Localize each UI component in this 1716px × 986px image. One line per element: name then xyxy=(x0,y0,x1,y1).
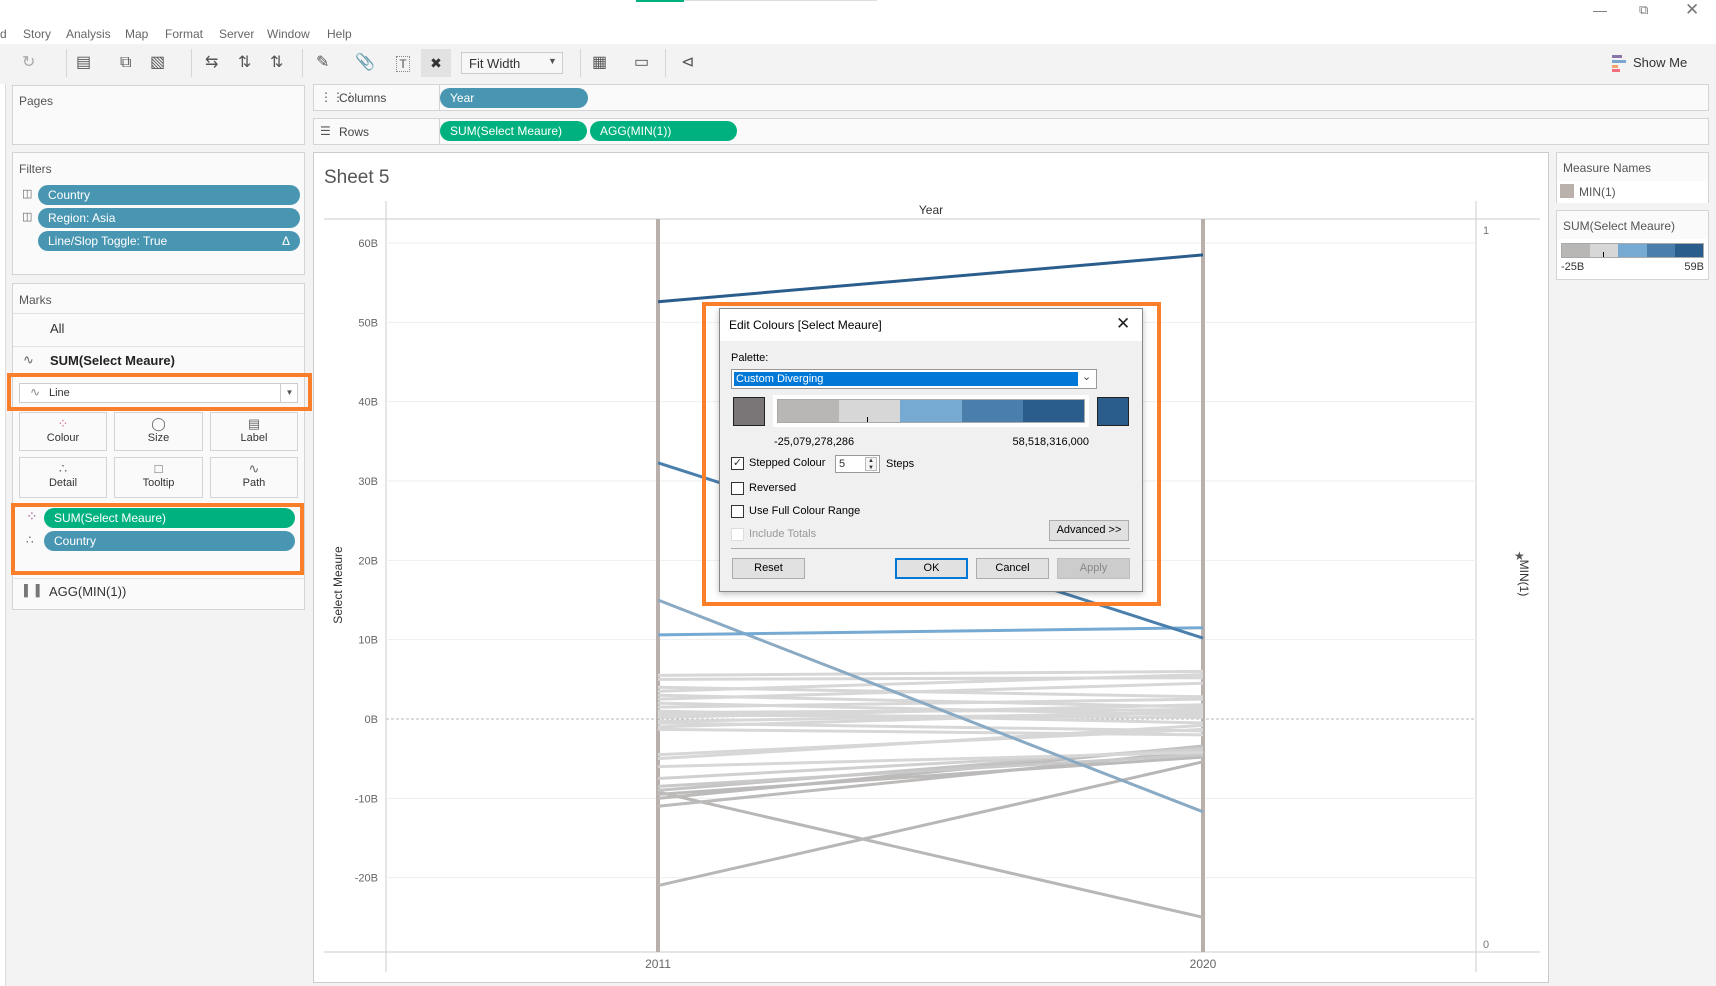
range-min-value: -25,079,278,286 xyxy=(774,436,855,448)
x-tick-label: 2011 xyxy=(645,957,671,971)
legend-item[interactable]: MIN(1) xyxy=(1557,181,1708,203)
palette-select[interactable]: Custom Diverging ⌄ xyxy=(731,369,1097,389)
close-icon[interactable]: ✕ xyxy=(1116,314,1130,334)
palette-label: Palette: xyxy=(731,352,769,364)
colour-ramp xyxy=(1561,243,1704,258)
colour-step xyxy=(1618,244,1647,257)
y-tick-label: 30B xyxy=(358,476,378,488)
zero-tick xyxy=(866,417,868,422)
range-max-value: 58,518,316,000 xyxy=(1012,436,1089,448)
cancel-button[interactable]: Cancel xyxy=(976,558,1049,579)
zero-tick xyxy=(1602,252,1604,257)
edit-colours-dialog: Edit Colours [Select Meaure] ✕ Palette: … xyxy=(719,308,1143,592)
y-tick-label: 10B xyxy=(358,635,378,647)
y-axis-title: Select Meaure xyxy=(331,546,345,624)
legend-swatch xyxy=(1560,184,1574,198)
y-tick-label: 40B xyxy=(358,397,378,409)
series-line xyxy=(657,253,1204,304)
y-tick-label: 0B xyxy=(365,714,378,726)
colour-legend-body: -25B 59B xyxy=(1557,239,1708,279)
colour-legend[interactable]: SUM(Select Meaure) -25B 59B xyxy=(1556,210,1709,280)
divider xyxy=(731,548,1130,549)
y-tick-label: -20B xyxy=(355,873,378,885)
colour-ramp-preview xyxy=(773,395,1089,427)
colour-step xyxy=(961,400,1023,422)
include-totals-label: Include Totals xyxy=(749,528,817,540)
x-axis-title: Year xyxy=(919,203,943,217)
advanced-button[interactable]: Advanced >> xyxy=(1049,520,1129,541)
colour-legend-max: 59B xyxy=(1684,261,1704,273)
measure-names-title: Measure Names xyxy=(1563,161,1652,175)
stepped-colour-label: Stepped Colour xyxy=(749,457,826,469)
include-totals-checkbox xyxy=(731,528,744,541)
full-colour-range-label: Use Full Colour Range xyxy=(749,505,861,517)
colour-legend-min: -25B xyxy=(1561,261,1585,273)
x-tick-label: 2020 xyxy=(1190,957,1217,971)
series-line xyxy=(657,669,1204,677)
steps-label: Steps xyxy=(886,458,915,470)
colour-step xyxy=(839,400,901,422)
y-tick-label: 60B xyxy=(358,238,378,250)
series-line xyxy=(657,676,1204,681)
palette-value: Custom Diverging xyxy=(734,372,1078,386)
reset-button[interactable]: Reset xyxy=(732,558,805,579)
colour-step xyxy=(1646,244,1675,257)
stepped-colour-checkbox[interactable]: ✓ xyxy=(731,457,744,470)
steps-stepper[interactable]: 5 ▲ ▼ xyxy=(835,455,880,473)
reversed-checkbox[interactable] xyxy=(731,482,744,495)
colour-ramp xyxy=(777,399,1085,423)
y2-axis-title: MIN(1) xyxy=(1517,560,1531,597)
y-tick-label: -10B xyxy=(355,793,378,805)
chevron-down-icon: ⌄ xyxy=(1082,371,1092,383)
colour-step xyxy=(1562,244,1591,257)
y-tick-label: 20B xyxy=(358,555,378,567)
reversed-label: Reversed xyxy=(749,482,797,494)
end-colour-swatch[interactable] xyxy=(1097,397,1129,426)
dialog-title: Edit Colours [Select Meaure] xyxy=(729,318,882,332)
colour-legend-title: SUM(Select Meaure) xyxy=(1563,219,1676,233)
colour-step xyxy=(1022,400,1085,422)
pin-icon: ★ xyxy=(1514,549,1525,563)
y-tick-label: 50B xyxy=(358,317,378,329)
colour-step xyxy=(1590,244,1619,257)
dialog-title-bar: Edit Colours [Select Meaure] ✕ xyxy=(720,309,1142,341)
colour-step xyxy=(778,400,840,422)
colour-step xyxy=(900,400,962,422)
apply-button[interactable]: Apply xyxy=(1057,558,1130,579)
steps-value: 5 xyxy=(839,458,846,470)
legend-item-label: MIN(1) xyxy=(1579,185,1616,199)
y2-tick-label: 1 xyxy=(1483,225,1489,237)
series-line xyxy=(657,790,1204,919)
start-colour-swatch[interactable] xyxy=(733,397,765,426)
spinner-arrows-icon[interactable]: ▲ ▼ xyxy=(865,457,877,471)
ok-button[interactable]: OK xyxy=(895,558,968,579)
full-colour-range-checkbox[interactable] xyxy=(731,505,744,518)
y2-tick-label: 0 xyxy=(1483,939,1489,951)
colour-step xyxy=(1674,244,1704,257)
measure-names-legend: Measure Names MIN(1) xyxy=(1556,152,1709,203)
